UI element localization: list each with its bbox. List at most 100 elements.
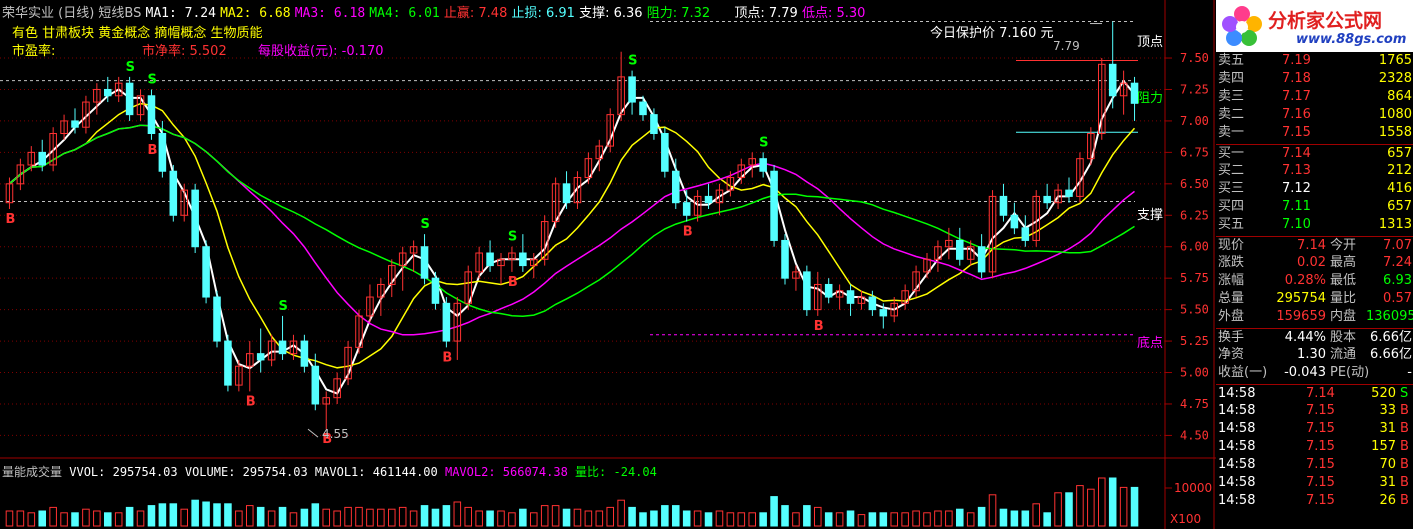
tick-row: 14:58 7.14 520 S	[1216, 384, 1413, 402]
stat-value: 6.66亿	[1370, 330, 1412, 345]
buy-signal: B	[147, 143, 157, 158]
bid-row: 买四 7.11 657	[1216, 198, 1413, 215]
candle-body	[420, 246, 429, 279]
candle-body	[682, 202, 691, 216]
volume-bar	[562, 508, 571, 527]
tick-volume: 31	[1379, 475, 1396, 490]
volume-bar	[377, 508, 385, 527]
volume-bar	[71, 512, 79, 527]
stat-value: 295754	[1276, 291, 1326, 306]
sell-signal: S	[279, 299, 288, 314]
ask-row: 卖一 7.15 1558	[1216, 124, 1413, 141]
volume-bar	[409, 510, 418, 527]
bid-price: 7.10	[1282, 217, 1311, 232]
tick-volume: 70	[1379, 457, 1396, 472]
sell-signal: S	[421, 217, 430, 232]
ask-row: 卖二 7.16 1080	[1216, 106, 1413, 123]
ma3-line	[9, 124, 1135, 336]
tick-time: 14:58	[1218, 439, 1256, 454]
candle-body	[191, 189, 199, 248]
eps-value: 每股收益(元): -0.170	[258, 44, 384, 59]
stat-label: 涨跌	[1218, 255, 1245, 270]
volume-bar	[966, 512, 975, 527]
volume-bar	[628, 506, 636, 527]
volume-bar	[945, 510, 953, 527]
volume-bar	[300, 508, 309, 527]
volume-value: VOLUME: 295754.03	[184, 465, 308, 479]
ask-price: 7.19	[1282, 53, 1311, 68]
volume-bar	[650, 510, 658, 527]
volume-bar	[835, 512, 844, 527]
ask-price: 7.17	[1282, 89, 1311, 104]
volume-bar	[420, 505, 429, 527]
volume-bar	[38, 510, 47, 527]
stat-value: 7.24	[1383, 255, 1412, 270]
y-tick-label: 6.75	[1180, 145, 1209, 159]
volume-bar	[60, 512, 68, 527]
volume-bar	[890, 512, 899, 527]
candle-body	[650, 114, 658, 135]
tick-price: 7.14	[1306, 386, 1335, 401]
volume-bar	[715, 510, 724, 527]
volume-bar	[245, 505, 254, 527]
volume-bar	[289, 512, 298, 527]
volume-bar	[453, 501, 462, 527]
volume-bar	[934, 510, 942, 527]
tick-row: 14:58 7.15 70 B	[1216, 456, 1413, 473]
volume-bar	[529, 512, 538, 527]
stat-value: 7.07	[1383, 238, 1412, 253]
candle-body	[562, 183, 571, 204]
tick-side: B	[1400, 403, 1409, 418]
candle-body	[770, 170, 778, 241]
stat-label: 量比	[1330, 291, 1357, 306]
volume-bar	[475, 510, 483, 527]
site-logo[interactable]: 分析家公式网 www.88gs.com	[1216, 0, 1413, 52]
candle-body	[1108, 63, 1117, 97]
low-pointer	[307, 428, 319, 438]
candle-body	[278, 340, 287, 355]
resistance-label: 阻力	[1137, 91, 1164, 106]
y-tick-label: 6.00	[1180, 240, 1209, 254]
candle-body	[628, 76, 636, 103]
candlestick-chart[interactable]: 7.50 7.25 7.00 6.75 6.50 6.25 6.00 5.75 5.50 5.25…	[0, 0, 1216, 529]
bid-volume: 657	[1387, 146, 1412, 161]
tick-row: 14:58 7.15 33 B	[1216, 402, 1413, 419]
stat-label: 涨幅	[1218, 273, 1245, 288]
candle-body	[955, 239, 964, 260]
ask-volume: 2328	[1378, 71, 1412, 86]
volume-bar	[1130, 486, 1139, 527]
flower-icon	[1222, 6, 1262, 46]
candle-body	[824, 283, 833, 298]
stat-value: 0.02	[1297, 255, 1326, 270]
high-annotation: 7.79	[1053, 39, 1080, 53]
candle-body	[519, 252, 527, 267]
stat-label: 收益(一)	[1218, 365, 1268, 380]
volume-bar	[180, 508, 189, 527]
volume-bar	[813, 506, 822, 527]
volume-bar	[781, 505, 789, 527]
ma3-value: MA3: 6.18	[294, 6, 366, 21]
volume-bar	[704, 512, 713, 527]
volume-bar	[551, 505, 560, 527]
tick-volume: 33	[1379, 403, 1396, 418]
stop-win-value: 止赢: 7.48	[443, 6, 508, 21]
stat-label: 股本	[1330, 330, 1357, 345]
volume-bar	[256, 506, 265, 527]
volume-bar	[617, 499, 625, 527]
bid-volume: 1313	[1378, 217, 1412, 232]
volume-bar	[93, 510, 101, 527]
ma1-value: MA1: 7.24	[145, 6, 216, 21]
top-label: 顶点	[1137, 35, 1164, 50]
volume-bar	[1032, 503, 1041, 527]
y-tick-label: 7.25	[1180, 82, 1209, 96]
volume-bar	[5, 510, 14, 527]
buy-signal: B	[508, 275, 518, 290]
candle-body	[1010, 214, 1019, 229]
tick-volume: 31	[1379, 421, 1396, 436]
stat-label: 最低	[1330, 273, 1357, 288]
bid-row: 买二 7.13 212	[1216, 162, 1413, 179]
stat-value: -	[1407, 365, 1412, 380]
candle-body	[311, 365, 320, 405]
y-tick-label: 5.25	[1180, 334, 1209, 348]
ask-row: 卖五 7.19 1765	[1216, 52, 1413, 69]
